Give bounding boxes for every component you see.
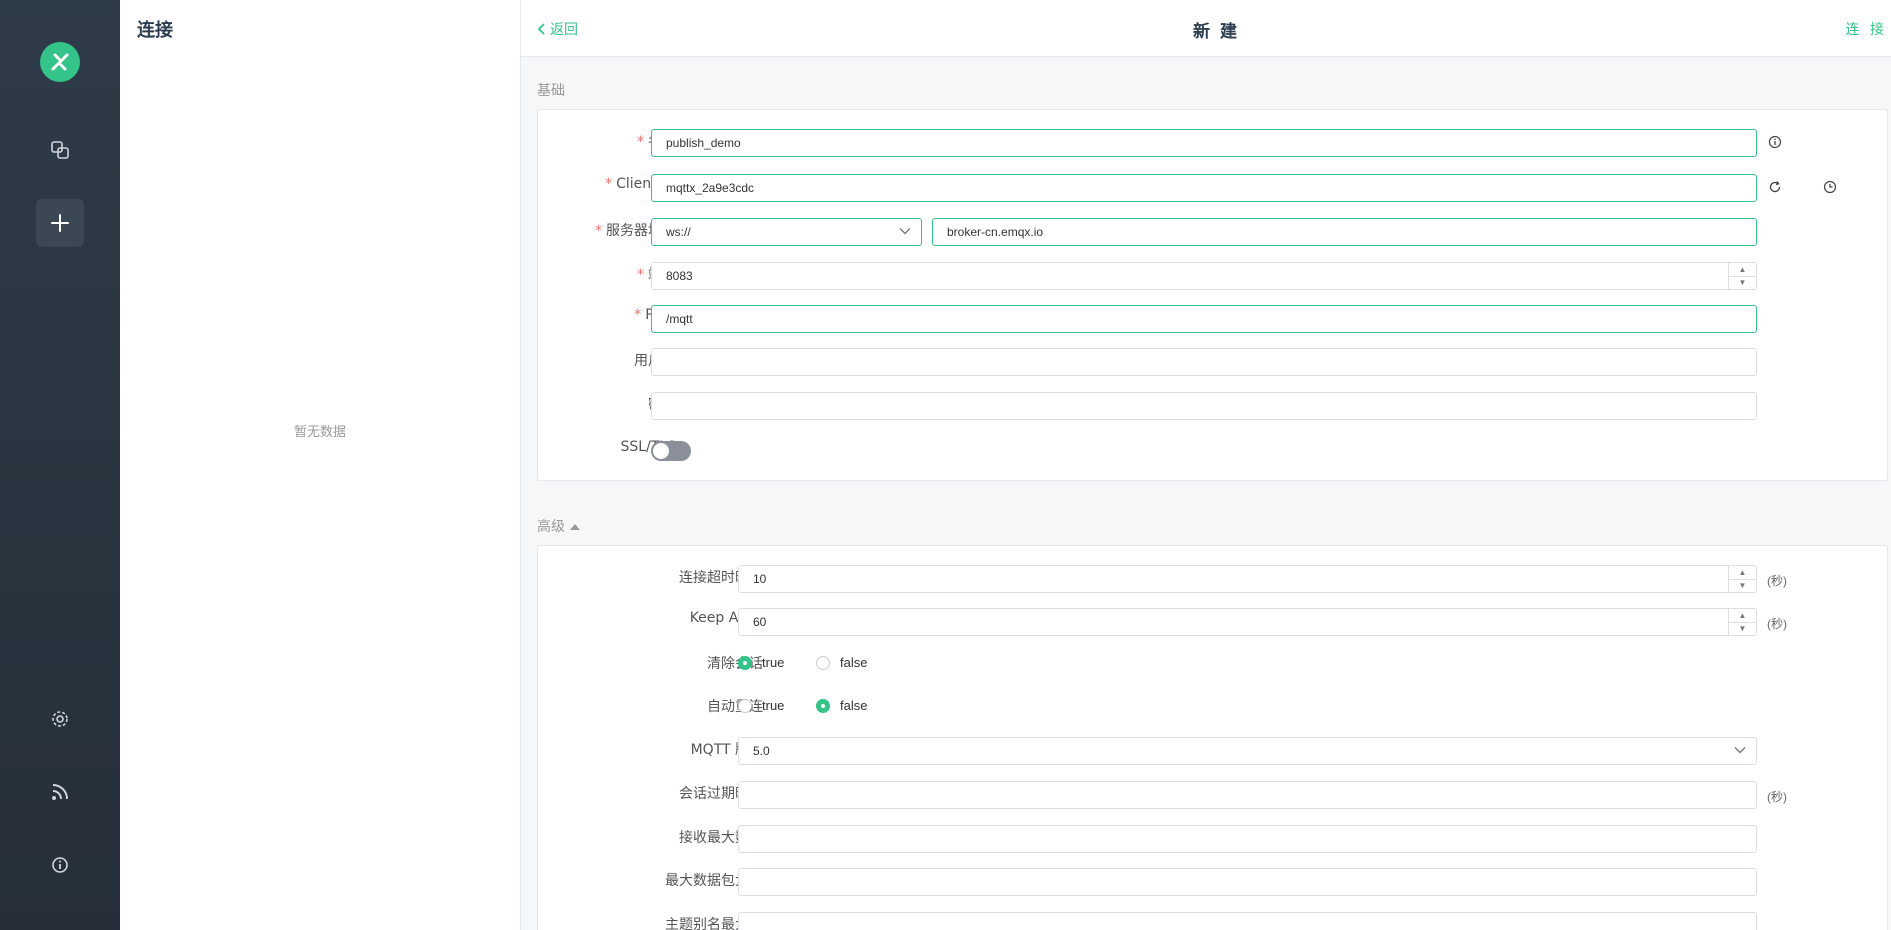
increment-icon: ▲ xyxy=(1738,567,1747,577)
page-title: 新 建 xyxy=(1193,22,1239,42)
clean-session-true-radio[interactable]: true xyxy=(738,655,784,670)
clock-icon[interactable] xyxy=(1823,180,1837,194)
list-title: 连接 xyxy=(137,20,173,41)
timeout-input[interactable]: 10 ▲ ▼ xyxy=(738,565,1757,593)
clean-session-false-radio[interactable]: false xyxy=(816,655,867,670)
timeout-value: 10 xyxy=(753,572,767,586)
receive-max-input[interactable] xyxy=(738,825,1757,853)
timeout-unit: (秒) xyxy=(1767,574,1787,588)
about-icon xyxy=(52,857,68,873)
info-icon[interactable] xyxy=(1768,135,1782,149)
keepalive-value: 60 xyxy=(753,615,767,629)
keepalive-stepper[interactable]: ▲ ▼ xyxy=(1728,609,1756,635)
auto-reconnect-true-radio[interactable]: true xyxy=(738,698,784,713)
client-id-input[interactable]: mqttx_2a9e3cdc xyxy=(651,174,1757,202)
port-value: 8083 xyxy=(666,269,693,283)
host-input[interactable]: broker-cn.emqx.io xyxy=(932,218,1757,246)
increment-icon: ▲ xyxy=(1738,264,1747,274)
auto-reconnect-false-radio[interactable]: false xyxy=(816,698,867,713)
increment-icon: ▲ xyxy=(1738,610,1747,620)
mqtt-version-value: 5.0 xyxy=(753,744,770,758)
settings-icon xyxy=(52,711,68,727)
decrement-icon: ▼ xyxy=(1729,275,1756,290)
session-expiry-input[interactable] xyxy=(738,781,1757,809)
connections-icon xyxy=(51,141,69,159)
caret-up-icon xyxy=(570,523,580,530)
radio-dot xyxy=(816,698,830,713)
path-input[interactable]: /mqtt xyxy=(651,305,1757,333)
password-input[interactable] xyxy=(651,392,1757,420)
topic-alias-input[interactable] xyxy=(738,912,1757,930)
max-packet-input[interactable] xyxy=(738,868,1757,896)
radio-dot xyxy=(738,655,752,670)
session-expiry-unit: (秒) xyxy=(1767,790,1787,804)
feed-icon xyxy=(52,784,68,800)
decrement-icon: ▼ xyxy=(1729,621,1756,636)
mqttx-logo-icon[interactable] xyxy=(40,42,80,82)
keepalive-unit: (秒) xyxy=(1767,617,1787,631)
advanced-section-title: 高级 xyxy=(537,519,565,535)
feed-nav-button[interactable] xyxy=(36,768,84,816)
radio-dot xyxy=(816,655,830,670)
connect-button[interactable]: 连 接 xyxy=(1846,19,1887,39)
basic-section-label: 基础 xyxy=(537,80,565,100)
chevron-down-icon xyxy=(1734,747,1746,754)
empty-state-text: 暂无数据 xyxy=(293,425,346,440)
new-connection-icon xyxy=(51,214,69,232)
username-input[interactable] xyxy=(651,348,1757,376)
nav-rail xyxy=(0,0,120,930)
refresh-icon[interactable] xyxy=(1768,180,1782,194)
connection-list-panel: 连接 暂无数据 xyxy=(120,0,521,930)
new-connection-form: 返回 新 建 连 接 基础 *名称 publish_demo *Client I… xyxy=(521,0,1891,930)
basic-card: *名称 publish_demo *Client ID mqttx_2a9e3c… xyxy=(537,109,1888,481)
new-connection-nav-button[interactable] xyxy=(36,199,84,247)
keepalive-input[interactable]: 60 ▲ ▼ xyxy=(738,608,1757,636)
form-header: 返回 新 建 连 接 xyxy=(521,0,1891,57)
advanced-card: 连接超时时长 10 ▲ ▼ (秒) Keep Alive 60 ▲ ▼ (秒) 清除… xyxy=(537,545,1888,930)
port-stepper[interactable]: ▲ ▼ xyxy=(1728,263,1756,289)
radio-dot xyxy=(738,698,752,713)
advanced-section-label[interactable]: 高级 xyxy=(537,516,580,536)
connections-nav-button[interactable] xyxy=(36,126,84,174)
ssl-toggle[interactable] xyxy=(651,441,691,461)
protocol-value: ws:// xyxy=(666,225,691,239)
chevron-down-icon xyxy=(899,228,911,235)
about-nav-button[interactable] xyxy=(36,841,84,889)
basic-section-title: 基础 xyxy=(537,83,565,99)
mqtt-version-select[interactable]: 5.0 xyxy=(738,737,1757,765)
name-input[interactable]: publish_demo xyxy=(651,129,1757,157)
decrement-icon: ▼ xyxy=(1729,578,1756,593)
timeout-stepper[interactable]: ▲ ▼ xyxy=(1728,566,1756,592)
protocol-select[interactable]: ws:// xyxy=(651,218,922,246)
settings-nav-button[interactable] xyxy=(36,695,84,743)
toggle-knob xyxy=(653,443,669,459)
port-input[interactable]: 8083 ▲ ▼ xyxy=(651,262,1757,290)
